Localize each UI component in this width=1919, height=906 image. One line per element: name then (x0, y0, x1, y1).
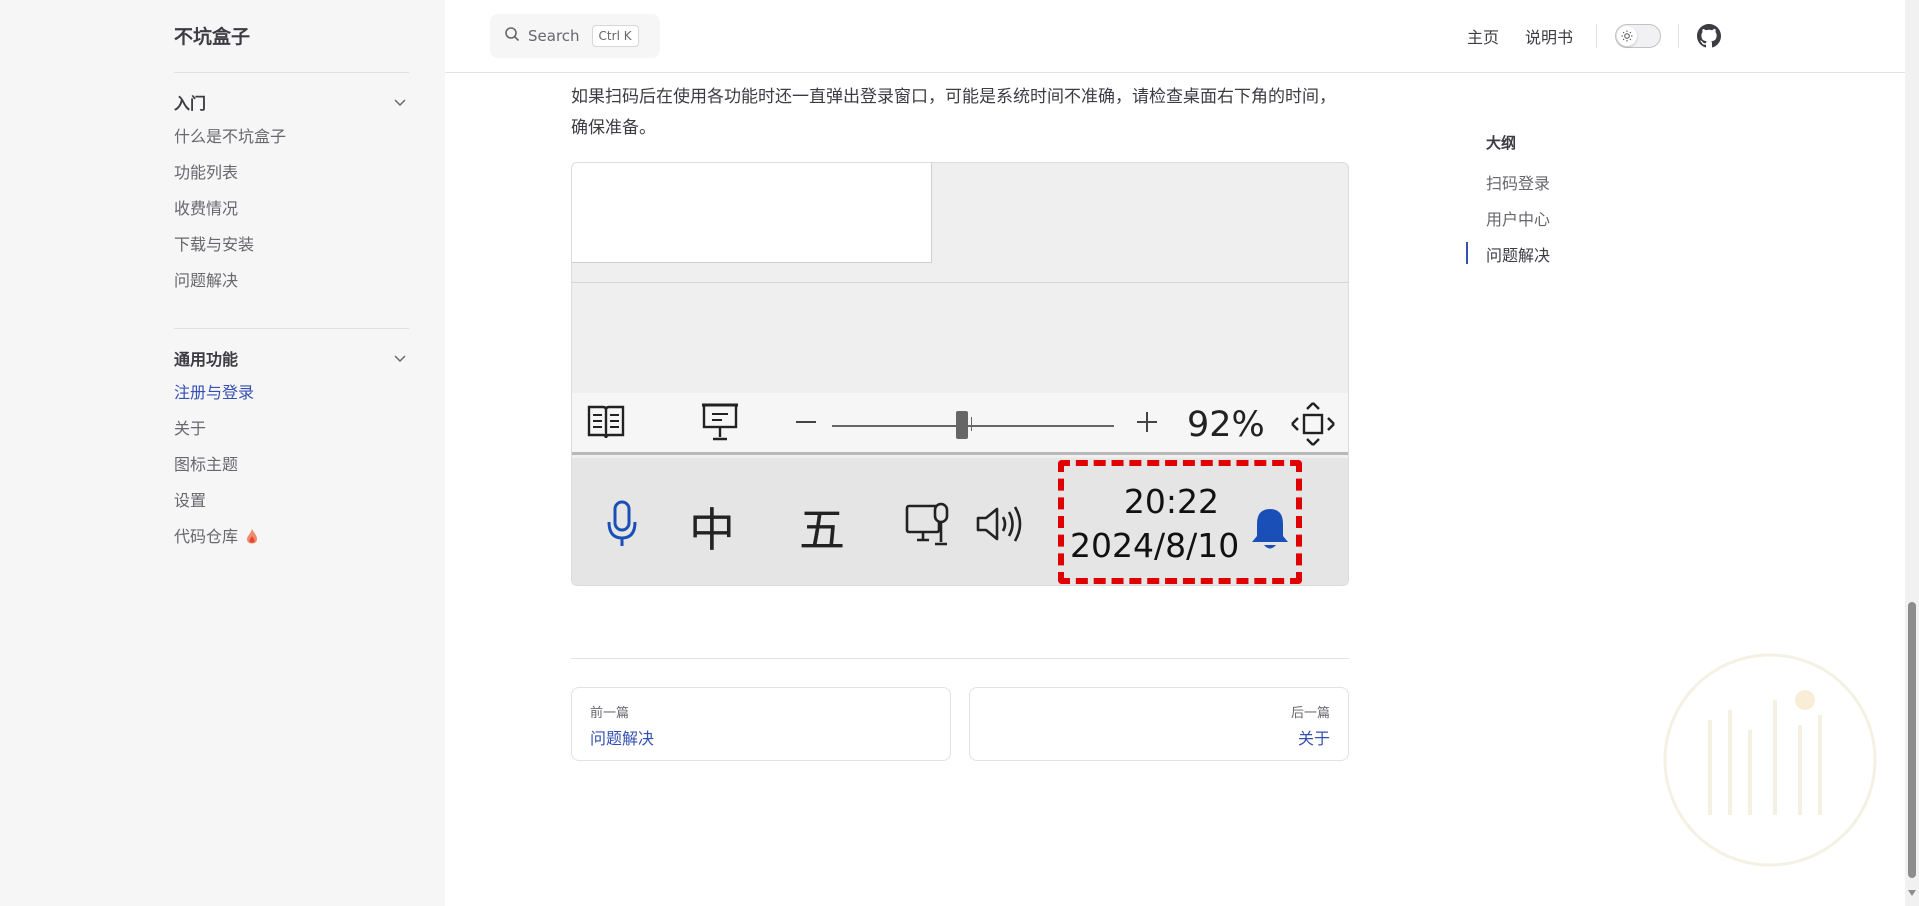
next-page-link[interactable]: 后一篇 关于 (969, 687, 1349, 761)
outline-active-marker (1466, 242, 1468, 264)
search-label: Search (528, 27, 580, 45)
next-page-desc: 后一篇 (1290, 706, 1330, 721)
sidebar-item-what-is[interactable]: 什么是不坑盒子 (174, 125, 286, 149)
network-icon (905, 502, 951, 552)
sidebar-item-troubleshooting[interactable]: 问题解决 (174, 269, 238, 293)
nav-link-manual[interactable]: 说明书 (1525, 24, 1573, 48)
bell-icon (1250, 506, 1290, 556)
sidebar-item-settings[interactable]: 设置 (174, 489, 206, 513)
fit-to-window-icon (1290, 401, 1336, 451)
search-icon (504, 26, 520, 46)
topbar-divider (445, 72, 1919, 73)
theme-toggle[interactable] (1615, 24, 1661, 48)
sidebar-divider (174, 72, 409, 73)
watermark-logo (1655, 640, 1885, 880)
chevron-down-icon[interactable] (391, 93, 409, 111)
book-icon (586, 403, 626, 445)
zoom-out-icon (794, 410, 818, 438)
zoom-slider-track (832, 425, 1114, 427)
zoom-slider-tick (971, 417, 972, 431)
next-page-title: 关于 (1297, 729, 1330, 748)
clock-highlight-box: 20:22 2024/8/10 (1058, 460, 1302, 584)
doc-paragraph: 如果扫码后在使用各功能时还一直弹出登录窗口，可能是系统时间不准确，请检查桌面右下… (571, 87, 1336, 138)
scrollbar-thumb[interactable] (1908, 602, 1916, 878)
sidebar-group-title: 通用功能 (174, 350, 239, 369)
search-button[interactable]: Search Ctrl K (490, 14, 660, 58)
presentation-icon (700, 401, 740, 447)
sidebar-item-repo[interactable]: 代码仓库 (174, 525, 258, 549)
sidebar-item-download[interactable]: 下载与安装 (174, 233, 254, 257)
sidebar: 不坑盒子 入门 什么是不坑盒子 功能列表 收费情况 下载与安装 问题解决 通用功… (0, 0, 445, 906)
volume-icon (975, 504, 1023, 548)
sidebar-item-pricing[interactable]: 收费情况 (174, 197, 238, 221)
search-shortcut: Ctrl K (591, 25, 639, 47)
prev-page-title: 问题解决 (590, 729, 655, 748)
sidebar-item-feature-list[interactable]: 功能列表 (174, 161, 238, 185)
ime-name-indicator: 五 (799, 503, 845, 557)
microphone-icon (605, 500, 639, 552)
nav-divider (1678, 24, 1679, 48)
clock-time: 20:22 (1123, 482, 1219, 521)
outline-title: 大纲 (1486, 134, 1517, 152)
page-scrollbar[interactable] (1905, 0, 1919, 906)
taskbar-screenshot: 92% 中 五 20:22 2024/8/10 (571, 162, 1349, 586)
nav-divider (1596, 24, 1597, 48)
zoom-slider-thumb (956, 411, 968, 439)
screenshot-statusbar: 92% (572, 393, 1348, 455)
sun-icon (1617, 26, 1637, 46)
sidebar-item-icon-theme[interactable]: 图标主题 (174, 453, 238, 477)
flame-icon (246, 527, 258, 551)
github-icon[interactable] (1697, 24, 1721, 48)
prev-page-desc: 前一篇 (590, 706, 630, 721)
scroll-down-arrow-icon[interactable] (1908, 890, 1916, 896)
outline-item-scan-login[interactable]: 扫码登录 (1486, 170, 1550, 194)
screenshot-taskbar: 中 五 20:22 2024/8/10 (572, 458, 1348, 585)
sidebar-item-register-login[interactable]: 注册与登录 (174, 381, 254, 405)
sidebar-group-getting-started[interactable]: 入门 (174, 89, 409, 115)
site-title[interactable]: 不坑盒子 (174, 22, 250, 49)
nav-link-home[interactable]: 主页 (1467, 24, 1499, 48)
sidebar-item-about[interactable]: 关于 (174, 417, 206, 441)
ime-mode-indicator: 中 (689, 503, 735, 557)
sidebar-divider (174, 328, 409, 329)
clock-date: 2024/8/10 (1070, 526, 1240, 565)
sidebar-item-label: 代码仓库 (174, 527, 239, 546)
outline-item-troubleshooting[interactable]: 问题解决 (1486, 242, 1550, 266)
zoom-percent: 92% (1187, 405, 1265, 445)
chevron-down-icon[interactable] (391, 349, 409, 367)
sidebar-group-title: 入门 (174, 94, 207, 113)
screenshot-divider (572, 282, 1348, 283)
screenshot-window (572, 163, 932, 263)
prev-page-link[interactable]: 前一篇 问题解决 (571, 687, 951, 761)
zoom-in-icon (1135, 410, 1159, 438)
pager-divider (571, 658, 1349, 659)
outline-item-user-center[interactable]: 用户中心 (1486, 206, 1550, 230)
sidebar-group-general[interactable]: 通用功能 (174, 345, 409, 371)
